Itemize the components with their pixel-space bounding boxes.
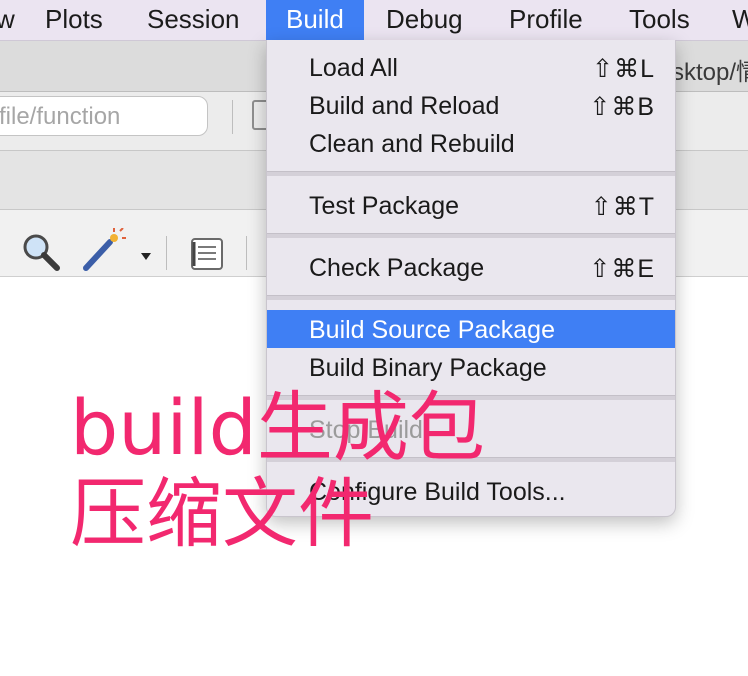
menu-plots[interactable]: Plots: [45, 0, 103, 40]
annotation-line-1: build生成包: [70, 383, 485, 472]
menu-item-build-binary-package[interactable]: Build Binary Package: [267, 348, 675, 386]
toolbar-divider: [166, 236, 167, 270]
menu-profile[interactable]: Profile: [509, 0, 583, 40]
toolbar-divider: [232, 100, 233, 134]
menu-item-label: Build Source Package: [309, 316, 555, 344]
menu-item-label: Check Package: [309, 254, 485, 282]
chevron-down-icon[interactable]: [140, 252, 152, 262]
menu-debug[interactable]: Debug: [386, 0, 463, 40]
menu-item-check-package[interactable]: Check Package ⇧⌘E: [267, 248, 675, 286]
menu-item-label: Load All: [309, 54, 398, 82]
menu-item-build-source-package[interactable]: Build Source Package: [267, 310, 675, 348]
menu-item-build-and-reload[interactable]: Build and Reload ⇧⌘B: [267, 86, 675, 124]
menu-session[interactable]: Session: [147, 0, 240, 40]
shortcut-label: ⇧⌘E: [589, 255, 655, 283]
menu-separator: [267, 295, 675, 300]
annotation-line-2: 压缩文件: [70, 469, 374, 558]
menu-item-label: Build Binary Package: [309, 354, 547, 382]
menu-item-label: Build and Reload: [309, 92, 500, 120]
menu-item-test-package[interactable]: Test Package ⇧⌘T: [267, 186, 675, 224]
menu-build[interactable]: Build: [266, 0, 364, 40]
shortcut-label: ⇧⌘L: [592, 55, 655, 83]
menu-view[interactable]: w: [0, 0, 15, 40]
code-tools-wand-icon[interactable]: [80, 228, 130, 274]
menu-separator: [267, 171, 675, 176]
window-path: sktop/情: [672, 59, 748, 86]
toolbar-divider: [246, 236, 247, 270]
menu-tools[interactable]: Tools: [629, 0, 690, 40]
menu-item-clean-and-rebuild[interactable]: Clean and Rebuild: [267, 124, 675, 162]
shortcut-label: ⇧⌘T: [590, 193, 655, 221]
menu-separator: [267, 233, 675, 238]
search-placeholder: file/function: [0, 103, 121, 130]
find-replace-icon[interactable]: [20, 232, 62, 274]
menu-bar: w Plots Session Build Debug Profile Tool…: [0, 0, 748, 41]
compile-report-icon[interactable]: [188, 236, 228, 272]
menu-window[interactable]: W: [732, 0, 748, 40]
menu-item-load-all[interactable]: Load All ⇧⌘L: [267, 48, 675, 86]
shortcut-label: ⇧⌘B: [589, 93, 655, 121]
menu-item-label: Clean and Rebuild: [309, 130, 515, 158]
menu-item-label: Test Package: [309, 192, 460, 220]
go-to-file-search[interactable]: file/function: [0, 96, 208, 136]
